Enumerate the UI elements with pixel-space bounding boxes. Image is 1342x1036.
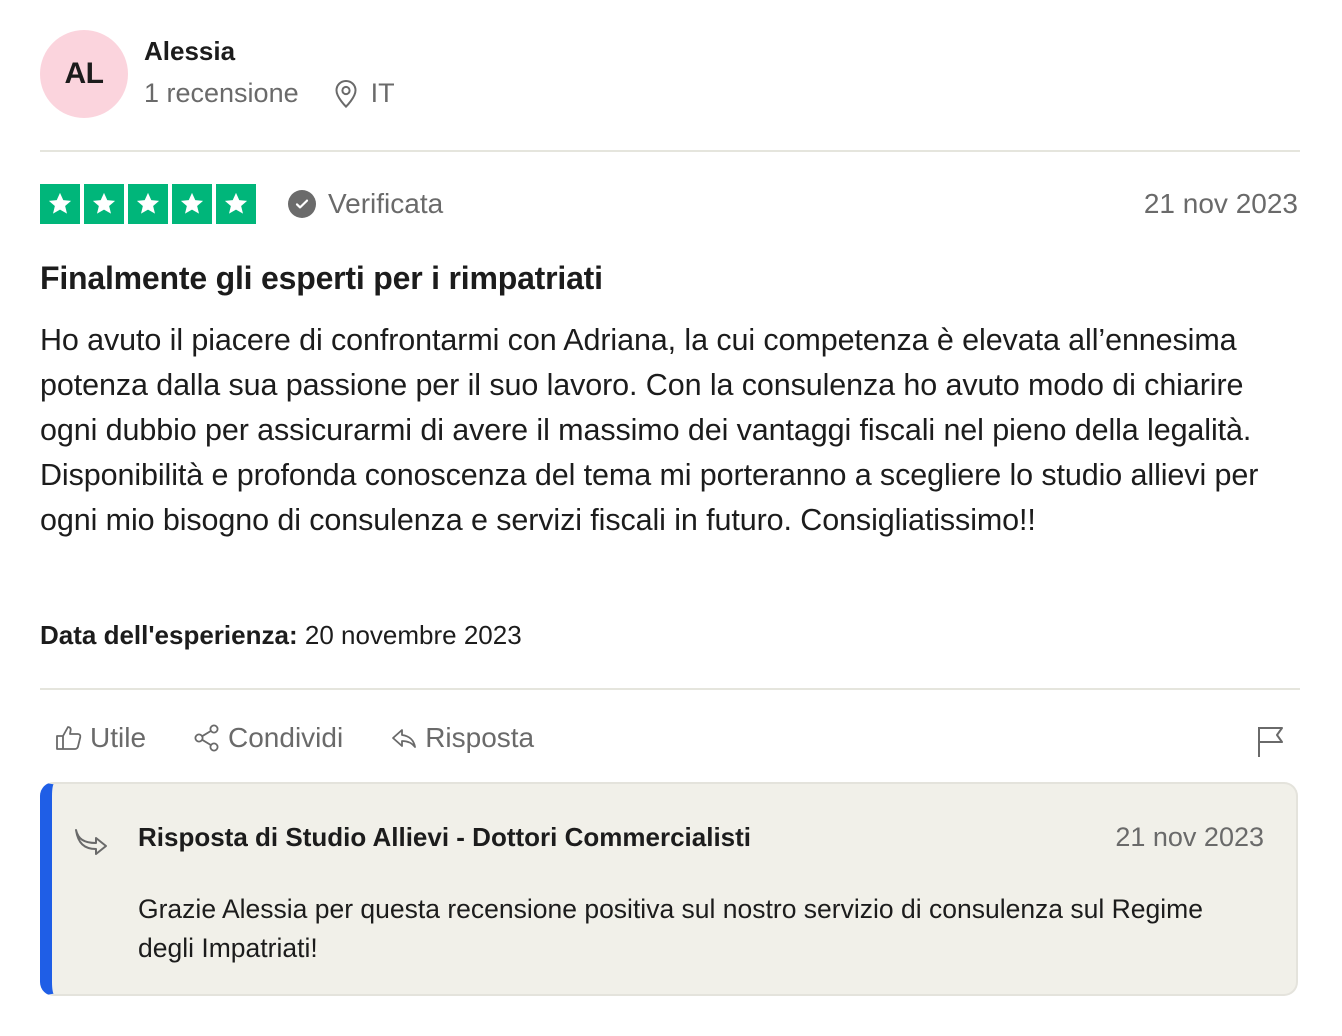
review-body: Ho avuto il piacere di confrontarmi con … — [40, 323, 1259, 537]
reviewer-country: IT — [370, 78, 395, 108]
star-icon — [172, 184, 212, 224]
experience-value: 20 novembre 2023 — [304, 620, 522, 650]
share-button[interactable]: Condividi — [192, 722, 343, 754]
reply-date: 21 nov 2023 — [1115, 822, 1264, 852]
share-label: Condividi — [228, 722, 344, 753]
verified-label: Verificata — [328, 188, 444, 219]
star-rating — [40, 184, 256, 224]
reply-button[interactable]: Risposta — [389, 722, 534, 754]
reply-label: Risposta — [425, 722, 535, 753]
experience-label: Data dell'esperienza: — [40, 620, 298, 650]
reply-icon — [392, 729, 417, 748]
share-icon — [194, 724, 219, 752]
review-actions: Utile Condividi Risposta — [54, 722, 580, 754]
star-icon — [84, 184, 124, 224]
avatar[interactable]: AL — [40, 30, 128, 118]
verified-badge[interactable]: Verificata — [288, 188, 443, 220]
useful-button[interactable]: Utile — [54, 722, 146, 754]
useful-label: Utile — [90, 722, 147, 753]
review-date: 21 nov 2023 — [1143, 188, 1298, 219]
reviewer-name[interactable]: Alessia — [144, 36, 235, 67]
divider — [40, 688, 1300, 690]
star-icon — [128, 184, 168, 224]
reviewer-meta: 1 recensione IT — [144, 78, 395, 109]
reply-title: Risposta di Studio Allievi - Dottori Com… — [138, 822, 752, 852]
reply-arrow-icon — [74, 824, 112, 861]
star-icon — [40, 184, 80, 224]
location-pin-icon — [333, 79, 359, 109]
star-icon — [216, 184, 256, 224]
flag-icon[interactable] — [1256, 724, 1286, 763]
thumbs-up-icon — [56, 726, 82, 750]
reply-body: Grazie Alessia per questa recensione pos… — [138, 894, 1203, 963]
review-title[interactable]: Finalmente gli esperti per i rimpatriati — [40, 260, 603, 297]
review-count: 1 recensione — [144, 78, 299, 108]
check-circle-icon — [288, 190, 316, 218]
divider — [40, 150, 1300, 152]
experience-date: Data dell'esperienza: 20 novembre 2023 — [40, 620, 522, 651]
company-reply: Risposta di Studio Allievi - Dottori Com… — [40, 782, 1298, 996]
